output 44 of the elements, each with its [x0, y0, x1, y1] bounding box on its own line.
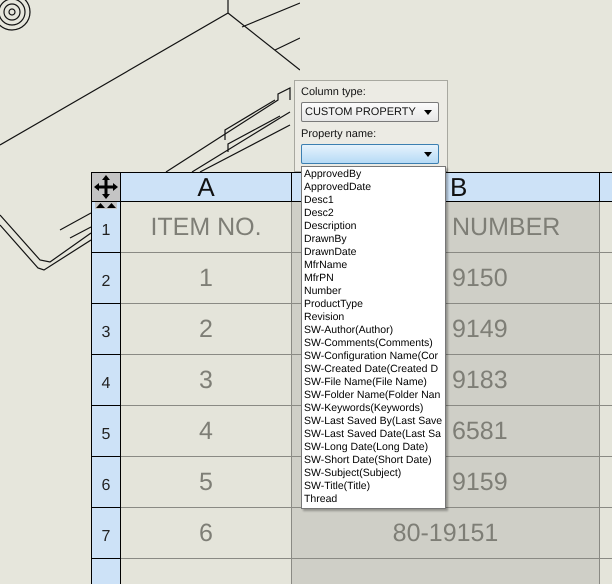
dropdown-option[interactable]: SW-Folder Name(Folder Nan: [304, 389, 445, 402]
row-header[interactable]: 7: [91, 508, 121, 559]
row-header[interactable]: 3: [91, 304, 121, 355]
column-type-dropdown[interactable]: CUSTOM PROPERTY: [301, 102, 439, 122]
dropdown-option[interactable]: Number: [304, 285, 445, 298]
dropdown-option[interactable]: DrawnBy: [304, 233, 445, 246]
table-cell: 6: [121, 508, 292, 559]
table-cell: 4: [121, 406, 292, 457]
collapse-arrows-icon[interactable]: [95, 202, 117, 209]
dropdown-option[interactable]: Description: [304, 220, 445, 233]
table-cell: 80-19151: [292, 508, 600, 559]
dropdown-option[interactable]: Revision: [304, 311, 445, 324]
dropdown-option[interactable]: SW-Short Date(Short Date): [304, 454, 445, 467]
table-cell: 5: [121, 457, 292, 508]
table-cell: ITEM NO.: [121, 202, 292, 253]
move-arrows-icon: [93, 174, 119, 200]
dropdown-option[interactable]: MfrName: [304, 259, 445, 272]
dropdown-option[interactable]: SW-Comments(Comments): [304, 337, 445, 350]
dropdown-option[interactable]: SW-Created Date(Created D: [304, 363, 445, 376]
dropdown-option[interactable]: ApprovedDate: [304, 181, 445, 194]
dropdown-option[interactable]: SW-Last Saved Date(Last Sa: [304, 428, 445, 441]
dropdown-option[interactable]: SW-Subject(Subject): [304, 467, 445, 480]
dropdown-option[interactable]: SW-File Name(File Name): [304, 376, 445, 389]
dropdown-option[interactable]: Thread: [304, 493, 445, 506]
row-header[interactable]: 4: [91, 355, 121, 406]
dropdown-option[interactable]: SW-Long Date(Long Date): [304, 441, 445, 454]
dropdown-option[interactable]: SW-Title(Title): [304, 480, 445, 493]
dropdown-option[interactable]: SW-Author(Author): [304, 324, 445, 337]
field-label: Property name:: [301, 128, 378, 142]
row-header[interactable]: 5: [91, 406, 121, 457]
dropdown-option[interactable]: MfrPN: [304, 272, 445, 285]
field-label: Column type:: [301, 86, 367, 100]
table-cell: 3: [121, 355, 292, 406]
property-name-dropdown[interactable]: [301, 144, 439, 164]
table-cell: 1: [121, 253, 292, 304]
caret-icon: [424, 152, 432, 156]
row-header[interactable]: 6: [91, 457, 121, 508]
dropdown-option[interactable]: SW-Last Saved By(Last Save: [304, 415, 445, 428]
row-header[interactable]: 2: [91, 253, 121, 304]
column-header[interactable]: A: [121, 172, 292, 202]
table-cell: 2: [121, 304, 292, 355]
row-header[interactable]: 1: [91, 202, 121, 253]
caret-icon: [424, 110, 432, 114]
dropdown-option[interactable]: Desc2: [304, 207, 445, 220]
